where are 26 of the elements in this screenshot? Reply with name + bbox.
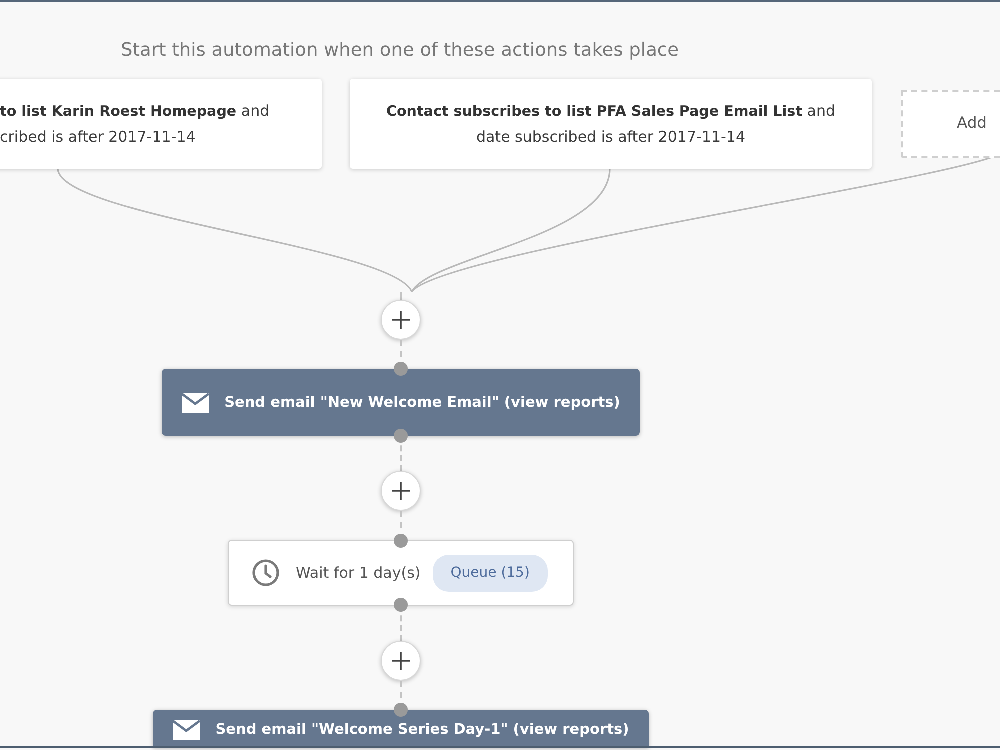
view-reports-link[interactable]: (view reports) [504, 392, 620, 412]
envelope-icon [182, 392, 209, 412]
view-reports-link[interactable]: (view reports) [513, 720, 630, 740]
trigger-condition: Contact subscribes to list PFA Sales Page Email List and date subscribed is after 2017-11-14 [385, 100, 837, 148]
add-trigger-button[interactable]: Add [901, 90, 1000, 158]
add-step-button[interactable] [381, 471, 421, 511]
envelope-icon [172, 720, 200, 740]
connector-dot-icon [394, 429, 408, 443]
connector-dot-icon [394, 598, 408, 612]
connector-dot-icon [394, 703, 408, 717]
email-step-title: Send email "Welcome Series Day-1" [216, 721, 508, 740]
trigger-card[interactable]: to list Karin Roest Homepage and cribed is after 2017-11-14 [0, 79, 322, 169]
clock-icon [252, 559, 280, 587]
add-step-button[interactable] [381, 300, 421, 340]
connector-dot-icon [394, 534, 408, 548]
wait-step-title: Wait for 1 day(s) [296, 562, 421, 584]
add-step-button[interactable] [381, 641, 421, 681]
trigger-card[interactable]: Contact subscribes to list PFA Sales Page Email List and date subscribed is after 2017-11-14 [350, 79, 872, 169]
email-step-title: Send email "New Welcome Email" [224, 394, 500, 412]
queue-count-badge[interactable]: Queue (15) [432, 554, 548, 592]
plus-icon [392, 652, 410, 670]
plus-icon [392, 311, 410, 329]
connector-dot-icon [394, 362, 408, 376]
trigger-condition: to list Karin Roest Homepage and cribed is after 2017-11-14 [0, 100, 271, 148]
trigger-heading: Start this automation when one of these actions takes place [121, 40, 679, 61]
plus-icon [392, 482, 410, 500]
